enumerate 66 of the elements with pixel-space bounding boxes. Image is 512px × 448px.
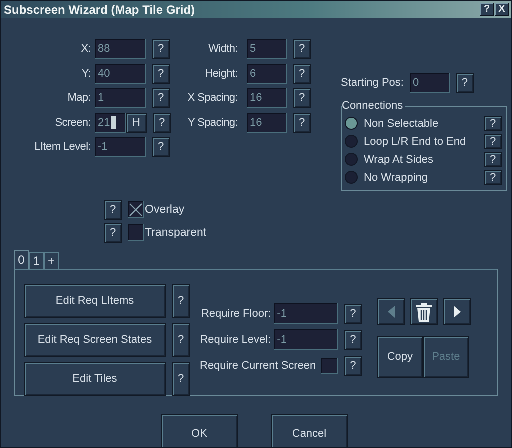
- edit-button[interactable]: Edit Tiles: [24, 362, 166, 396]
- tab[interactable]: +: [44, 252, 60, 269]
- help-button[interactable]: ?: [456, 73, 474, 93]
- help-button[interactable]: ?: [152, 39, 170, 59]
- cancel-button[interactable]: Cancel: [271, 414, 348, 447]
- option-label[interactable]: Wrap At Sides: [364, 154, 434, 166]
- checkbox-label: Overlay: [145, 204, 185, 216]
- checkbox-label: Transparent: [145, 226, 207, 238]
- field-label: Y:: [80, 68, 91, 80]
- help-button[interactable]: ?: [293, 88, 311, 108]
- input-field[interactable]: -1: [274, 329, 338, 350]
- help-button[interactable]: ?: [484, 116, 502, 131]
- tab[interactable]: 1: [29, 252, 44, 269]
- field-label: Height:: [204, 68, 238, 80]
- input-field[interactable]: 0: [410, 73, 450, 93]
- help-button[interactable]: ?: [172, 323, 190, 357]
- field-label: LItem Level:: [34, 141, 91, 154]
- help-button[interactable]: ?: [344, 304, 362, 324]
- help-button[interactable]: ?: [293, 112, 311, 133]
- help-button[interactable]: ?: [480, 3, 494, 16]
- help-button[interactable]: ?: [172, 284, 190, 318]
- help-button[interactable]: ?: [172, 362, 190, 396]
- help-button[interactable]: ?: [484, 134, 502, 149]
- input-field[interactable]: 16: [247, 112, 287, 133]
- input-field[interactable]: 88: [95, 39, 146, 59]
- window-title: Subscreen Wizard (Map Tile Grid): [4, 2, 196, 16]
- input-field[interactable]: 5: [247, 39, 287, 59]
- field-label: X:: [80, 43, 91, 55]
- copy-button[interactable]: Copy: [377, 336, 424, 378]
- input-field[interactable]: -1: [274, 303, 338, 324]
- help-button[interactable]: ?: [293, 39, 311, 59]
- field-label: X Spacing:: [186, 92, 238, 104]
- help-button[interactable]: ?: [104, 200, 122, 220]
- edit-button[interactable]: Edit Req Screen States: [24, 323, 166, 357]
- tab[interactable]: 0: [14, 250, 29, 269]
- help-button[interactable]: ?: [344, 330, 362, 350]
- input-field[interactable]: -1: [95, 137, 146, 158]
- ok-button[interactable]: OK: [161, 414, 238, 447]
- help-button[interactable]: ?: [104, 222, 122, 242]
- help-button[interactable]: ?: [153, 112, 171, 133]
- help-button[interactable]: ?: [152, 64, 170, 84]
- field-label: Starting Pos:: [341, 77, 404, 89]
- input-field[interactable]: 40: [95, 64, 146, 84]
- field-label: Require Level:: [200, 334, 272, 346]
- field-label: Require Floor:: [201, 308, 272, 320]
- h-button[interactable]: H: [126, 112, 147, 133]
- input-field[interactable]: 1: [95, 88, 146, 108]
- edit-button[interactable]: Edit Req LItems: [24, 284, 166, 318]
- option-label[interactable]: Non Selectable: [364, 118, 439, 130]
- help-button[interactable]: ?: [152, 137, 170, 158]
- help-button[interactable]: ?: [344, 356, 362, 376]
- field-label: Map:: [66, 92, 91, 104]
- input-field[interactable]: 21: [95, 112, 126, 133]
- help-button[interactable]: ?: [152, 88, 170, 108]
- help-button[interactable]: ?: [484, 170, 502, 185]
- field-label: Require Current Screen: [200, 360, 316, 372]
- close-button[interactable]: X: [495, 3, 509, 16]
- help-button[interactable]: ?: [484, 152, 502, 167]
- option-label[interactable]: Loop L/R End to End: [364, 136, 466, 148]
- field-label: Y Spacing:: [186, 116, 238, 129]
- field-label: Screen:: [54, 116, 91, 129]
- input-field[interactable]: 6: [247, 64, 287, 84]
- input-field[interactable]: 16: [247, 88, 287, 108]
- field-label: Width:: [208, 43, 238, 55]
- option-label[interactable]: No Wrapping: [364, 172, 428, 184]
- help-button[interactable]: ?: [293, 64, 311, 84]
